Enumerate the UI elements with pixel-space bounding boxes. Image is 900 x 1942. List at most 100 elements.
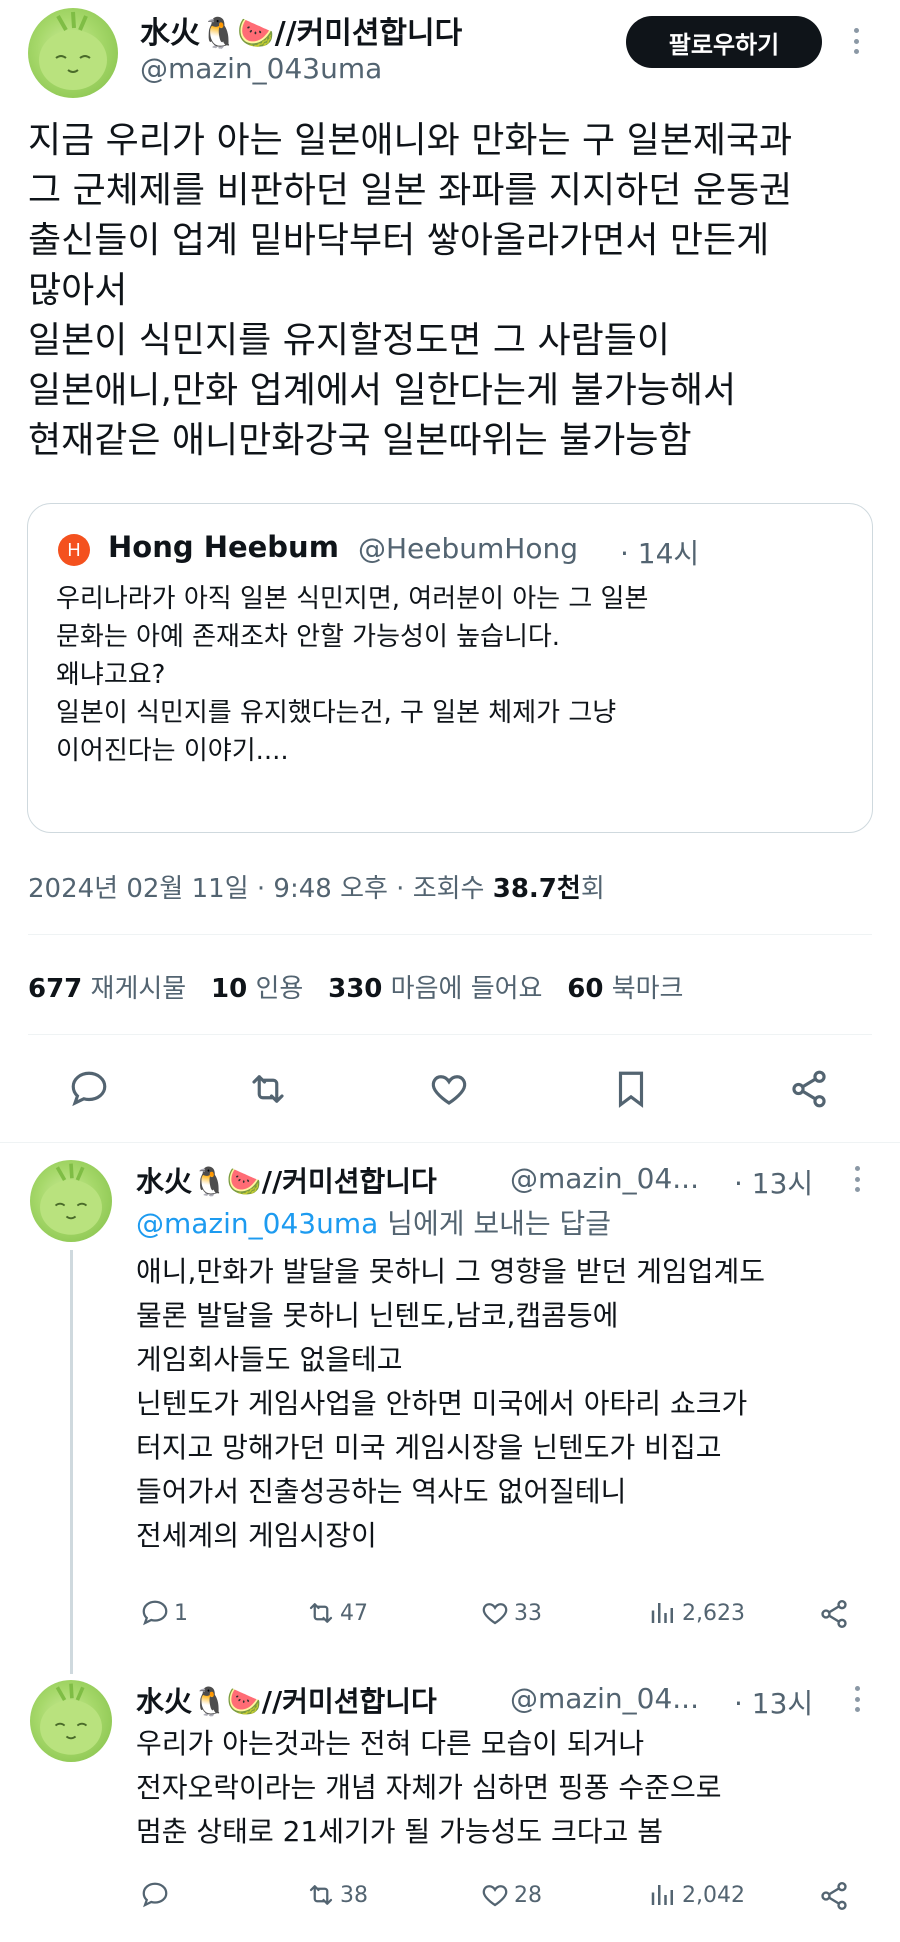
reply-time: · 13시 xyxy=(734,1167,814,1200)
reply-author-handle[interactable]: @mazin_04... xyxy=(510,1162,699,1195)
reply-line: 우리가 아는것과는 전혀 다른 모습이 되거나 xyxy=(136,1727,645,1760)
post-line: 많아서 xyxy=(28,270,128,311)
repost-button[interactable]: 47 xyxy=(306,1598,368,1628)
quotes-count: 10 xyxy=(211,974,248,1004)
reply-body: 우리가 아는것과는 전혀 다른 모습이 되거나 전자오락이라는 개념 자체가 심… xyxy=(136,1722,721,1854)
quotes-label: 인용 xyxy=(255,974,304,1004)
replying-to-suffix: 님에게 보내는 답글 xyxy=(378,1207,612,1240)
reply-icon xyxy=(142,1600,168,1626)
thread-line xyxy=(70,1250,73,1674)
reply-line: 전자오락이라는 개념 자체가 심하면 핑퐁 수준으로 xyxy=(136,1771,722,1804)
like-button[interactable]: 28 xyxy=(480,1880,542,1910)
divider xyxy=(0,1142,900,1143)
author-handle[interactable]: @mazin_043uma xyxy=(140,52,382,85)
bookmark-icon[interactable] xyxy=(610,1068,652,1110)
quoted-line: 문화는 아예 존재조차 안할 가능성이 높습니다. xyxy=(56,622,561,652)
reply-icon xyxy=(142,1882,168,1908)
quoted-post-time: · 14시 xyxy=(620,537,700,570)
replying-to-handle[interactable]: @mazin_043uma xyxy=(136,1207,378,1240)
post-line: 일본이 식민지를 유지할정도면 그 사람들이 xyxy=(28,320,670,361)
like-count: 33 xyxy=(514,1600,542,1626)
reply-author-handle[interactable]: @mazin_04... xyxy=(510,1682,699,1715)
post-line: 일본애니,만화 업계에서 일한다는게 불가능해서 xyxy=(28,370,737,411)
view-count: 38.7천 xyxy=(492,874,581,904)
views-icon xyxy=(651,1603,673,1623)
reply-author-name[interactable]: 水火🐧🍉//커미션합니다 xyxy=(136,1160,437,1200)
bookmarks-label: 북마크 xyxy=(611,974,684,1004)
engagement-stats: 677 재게시물 10 인용 330 마음에 들어요 60 북마크 xyxy=(28,968,683,1005)
post-body: 지금 우리가 아는 일본애니와 만화는 구 일본제국과 그 군체제를 비판하던 … xyxy=(28,116,878,466)
views-icon xyxy=(651,1885,673,1905)
retweets-stat[interactable]: 677 재게시물 xyxy=(28,974,186,1004)
quotes-stat[interactable]: 10 인용 xyxy=(211,974,303,1004)
avatar-illustration xyxy=(39,11,107,90)
divider xyxy=(28,934,872,935)
bookmarks-stat[interactable]: 60 북마크 xyxy=(567,974,683,1004)
like-button[interactable]: 33 xyxy=(480,1598,542,1628)
retweets-label: 재게시물 xyxy=(90,974,187,1004)
views-count: 2,623 xyxy=(682,1600,745,1626)
more-options-icon[interactable] xyxy=(852,1686,862,1712)
avatar-illustration xyxy=(40,1683,102,1755)
more-options-icon[interactable] xyxy=(852,1166,862,1192)
quoted-line: 우리나라가 아직 일본 식민지면, 여러분이 아는 그 일본 xyxy=(56,584,649,614)
repost-button[interactable]: 38 xyxy=(306,1880,368,1910)
repost-icon xyxy=(309,1885,333,1905)
share-icon[interactable] xyxy=(818,1598,850,1630)
reply-avatar[interactable] xyxy=(30,1680,112,1762)
retweets-count: 677 xyxy=(28,974,83,1004)
likes-label: 마음에 들어요 xyxy=(390,974,543,1004)
quoted-post-body: 우리나라가 아직 일본 식민지면, 여러분이 아는 그 일본 문화는 아예 존재… xyxy=(56,580,648,770)
reply-body: 애니,만화가 발달을 못하니 그 영향을 받던 게임업계도 물론 발달을 못하니… xyxy=(136,1250,765,1558)
post-timestamp: 2024년 02월 11일 · 9:48 오후 · 조회수 38.7천회 xyxy=(28,868,605,905)
share-icon[interactable] xyxy=(788,1068,830,1110)
avatar-illustration xyxy=(40,1163,102,1235)
reply-icon[interactable] xyxy=(68,1068,110,1110)
view-suffix: 회 xyxy=(580,874,605,904)
reply-button[interactable] xyxy=(140,1880,174,1910)
reply-line: 물론 발달을 못하니 닌텐도,남코,캡콤등에 xyxy=(136,1299,619,1332)
like-icon xyxy=(482,1603,508,1625)
share-icon[interactable] xyxy=(818,1880,850,1912)
like-icon xyxy=(482,1885,508,1907)
reply-line: 멈춘 상태로 21세기가 될 가능성도 크다고 봄 xyxy=(136,1815,663,1848)
likes-stat[interactable]: 330 마음에 들어요 xyxy=(328,974,542,1004)
post-line: 그 군체제를 비판하던 일본 좌파를 지지하던 운동권 xyxy=(28,170,793,211)
author-name[interactable]: 水火🐧🍉//커미션합니다 xyxy=(140,8,462,52)
reply-time: · 13시 xyxy=(734,1687,814,1720)
reply-avatar[interactable] xyxy=(30,1160,112,1242)
post-line: 현재같은 애니만화강국 일본따위는 불가능함 xyxy=(28,420,692,461)
author-avatar[interactable] xyxy=(28,8,118,98)
post-line: 출신들이 업계 밑바닥부터 쌓아올라가면서 만든게 xyxy=(28,220,770,261)
quoted-line: 이어진다는 이야기.... xyxy=(56,736,289,766)
quoted-post[interactable]: H Hong Heebum @HeebumHong · 14시 우리나라가 아직… xyxy=(27,503,873,833)
quoted-line: 왜냐고요? xyxy=(56,660,166,690)
reply-count: 1 xyxy=(174,1600,188,1626)
reply-line: 전세계의 게임시장이 xyxy=(136,1519,377,1552)
reply-button[interactable]: 1 xyxy=(140,1598,188,1628)
reply-line: 닌텐도가 게임사업을 안하면 미국에서 아타리 쇼크가 xyxy=(136,1387,748,1420)
quoted-author-name: Hong Heebum xyxy=(108,530,339,564)
follow-button[interactable]: 팔로우하기 xyxy=(626,16,822,68)
likes-count: 330 xyxy=(328,974,383,1004)
like-icon[interactable] xyxy=(428,1068,470,1110)
views-button[interactable]: 2,042 xyxy=(648,1880,745,1910)
reply-line: 들어가서 진출성공하는 역사도 없어질테니 xyxy=(136,1475,627,1508)
quoted-author-avatar: H xyxy=(58,534,90,566)
reply-author-name[interactable]: 水火🐧🍉//커미션합니다 xyxy=(136,1680,437,1720)
replying-to: @mazin_043uma 님에게 보내는 답글 xyxy=(136,1205,611,1243)
divider xyxy=(28,1034,872,1035)
post-line: 지금 우리가 아는 일본애니와 만화는 구 일본제국과 xyxy=(28,120,793,161)
views-button[interactable]: 2,623 xyxy=(648,1598,745,1628)
reply-line: 애니,만화가 발달을 못하니 그 영향을 받던 게임업계도 xyxy=(136,1255,766,1288)
bookmarks-count: 60 xyxy=(567,974,604,1004)
reply-line: 게임회사들도 없을테고 xyxy=(136,1343,403,1376)
post-date: 2024년 02월 11일 · 9:48 오후 · 조회수 xyxy=(28,874,493,904)
reply-line: 터지고 망해가던 미국 게임시장을 닌텐도가 비집고 xyxy=(136,1431,722,1464)
repost-icon[interactable] xyxy=(247,1068,289,1110)
views-count: 2,042 xyxy=(682,1882,745,1908)
more-options-icon[interactable] xyxy=(851,28,861,54)
quoted-line: 일본이 식민지를 유지했다는건, 구 일본 체제가 그냥 xyxy=(56,698,617,728)
repost-count: 47 xyxy=(340,1600,368,1626)
repost-count: 38 xyxy=(340,1882,368,1908)
